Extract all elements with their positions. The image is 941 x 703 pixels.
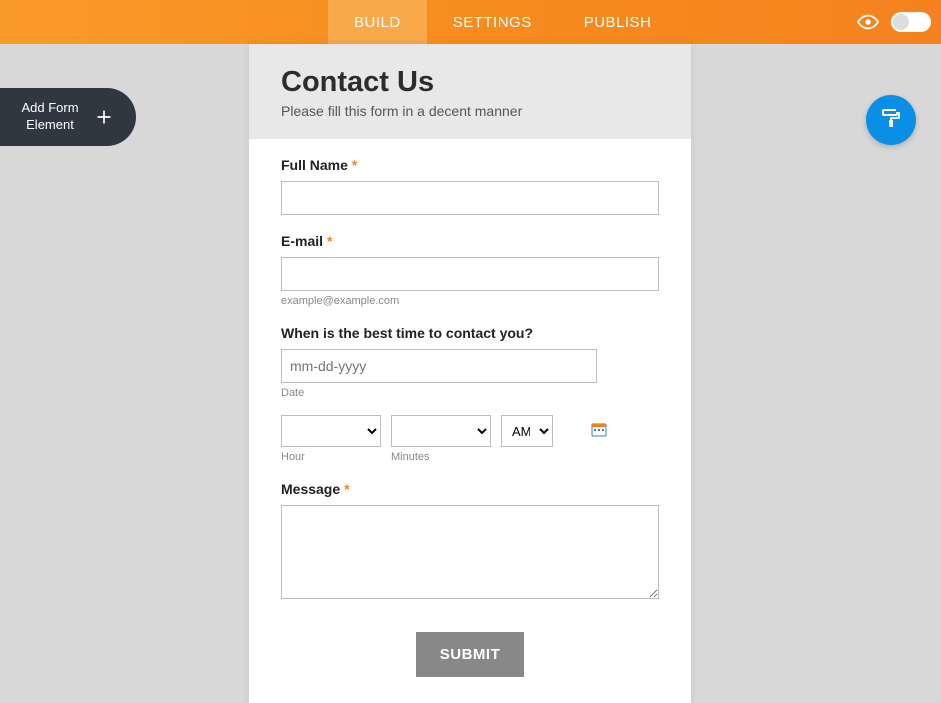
- required-asterisk: *: [327, 233, 332, 249]
- field-best-time: When is the best time to contact you? Da…: [281, 325, 659, 463]
- topbar: BUILD SETTINGS PUBLISH: [0, 0, 941, 44]
- plus-icon: [92, 105, 116, 129]
- best-time-label: When is the best time to contact you?: [281, 325, 659, 341]
- topbar-right: [857, 0, 931, 44]
- message-textarea[interactable]: [281, 505, 659, 599]
- hour-sublabel: Hour: [281, 451, 381, 463]
- submit-wrap: SUBMIT: [281, 632, 659, 677]
- email-sublabel: example@example.com: [281, 295, 659, 307]
- calendar-icon[interactable]: [591, 421, 607, 437]
- add-form-element-label: Add Form Element: [16, 100, 84, 134]
- date-sublabel: Date: [281, 387, 659, 399]
- required-asterisk: *: [344, 481, 349, 497]
- full-name-label-text: Full Name: [281, 157, 348, 173]
- add-form-element-button[interactable]: Add Form Element: [0, 88, 136, 146]
- form-title: Contact Us: [281, 66, 659, 99]
- ampm-select[interactable]: AM: [501, 415, 553, 447]
- tab-publish[interactable]: PUBLISH: [558, 0, 678, 44]
- tab-build[interactable]: BUILD: [328, 0, 427, 44]
- field-email: E-mail* example@example.com: [281, 233, 659, 307]
- designer-fab-button[interactable]: [866, 95, 916, 145]
- form-body: Full Name* E-mail* example@example.com W…: [249, 139, 691, 703]
- form-subtitle: Please fill this form in a decent manner: [281, 103, 659, 119]
- form-header: Contact Us Please fill this form in a de…: [249, 44, 691, 139]
- full-name-label: Full Name*: [281, 157, 659, 173]
- email-label-text: E-mail: [281, 233, 323, 249]
- field-full-name: Full Name*: [281, 157, 659, 215]
- preview-icon[interactable]: [857, 11, 879, 33]
- form-canvas: Contact Us Please fill this form in a de…: [249, 44, 691, 703]
- topbar-tabs: BUILD SETTINGS PUBLISH: [328, 0, 677, 44]
- paint-roller-icon: [879, 106, 903, 135]
- email-label: E-mail*: [281, 233, 659, 249]
- message-label-text: Message: [281, 481, 340, 497]
- time-row: Hour Minutes AM: [281, 415, 659, 463]
- full-name-input[interactable]: [281, 181, 659, 215]
- tab-settings[interactable]: SETTINGS: [427, 0, 558, 44]
- minutes-sublabel: Minutes: [391, 451, 491, 463]
- message-label: Message*: [281, 481, 659, 497]
- field-message: Message*: [281, 481, 659, 604]
- hour-select[interactable]: [281, 415, 381, 447]
- email-input[interactable]: [281, 257, 659, 291]
- minutes-select[interactable]: [391, 415, 491, 447]
- toggle-switch[interactable]: [891, 12, 931, 32]
- submit-button[interactable]: SUBMIT: [416, 632, 525, 677]
- date-input[interactable]: [281, 349, 597, 383]
- required-asterisk: *: [352, 157, 357, 173]
